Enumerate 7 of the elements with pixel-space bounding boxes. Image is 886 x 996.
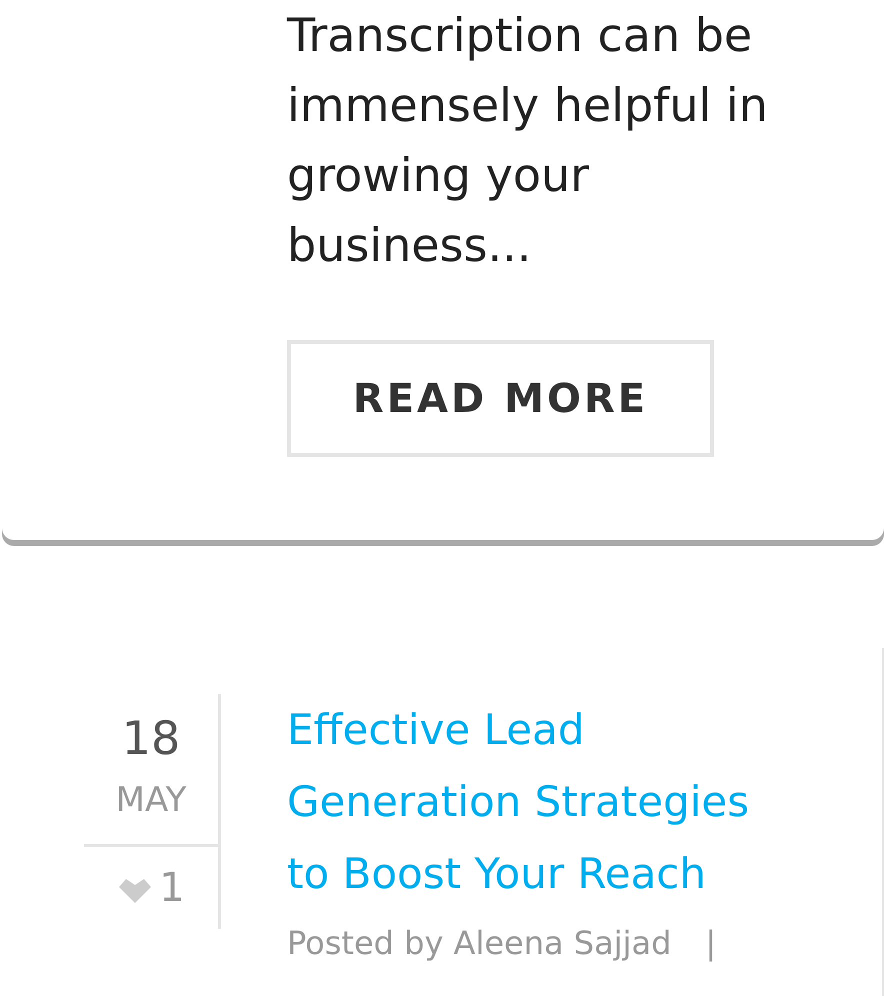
separator: | <box>705 924 716 962</box>
like-count: 1 <box>159 865 185 911</box>
post-day: 18 <box>122 710 180 766</box>
post-byline: Posted by Aleena Sajjad <box>287 924 672 962</box>
post-month: MAY <box>116 779 186 822</box>
read-more-button[interactable]: READ MORE <box>287 340 714 457</box>
post-excerpt: Transcription can be immensely helpful in growing your business... <box>287 7 769 274</box>
